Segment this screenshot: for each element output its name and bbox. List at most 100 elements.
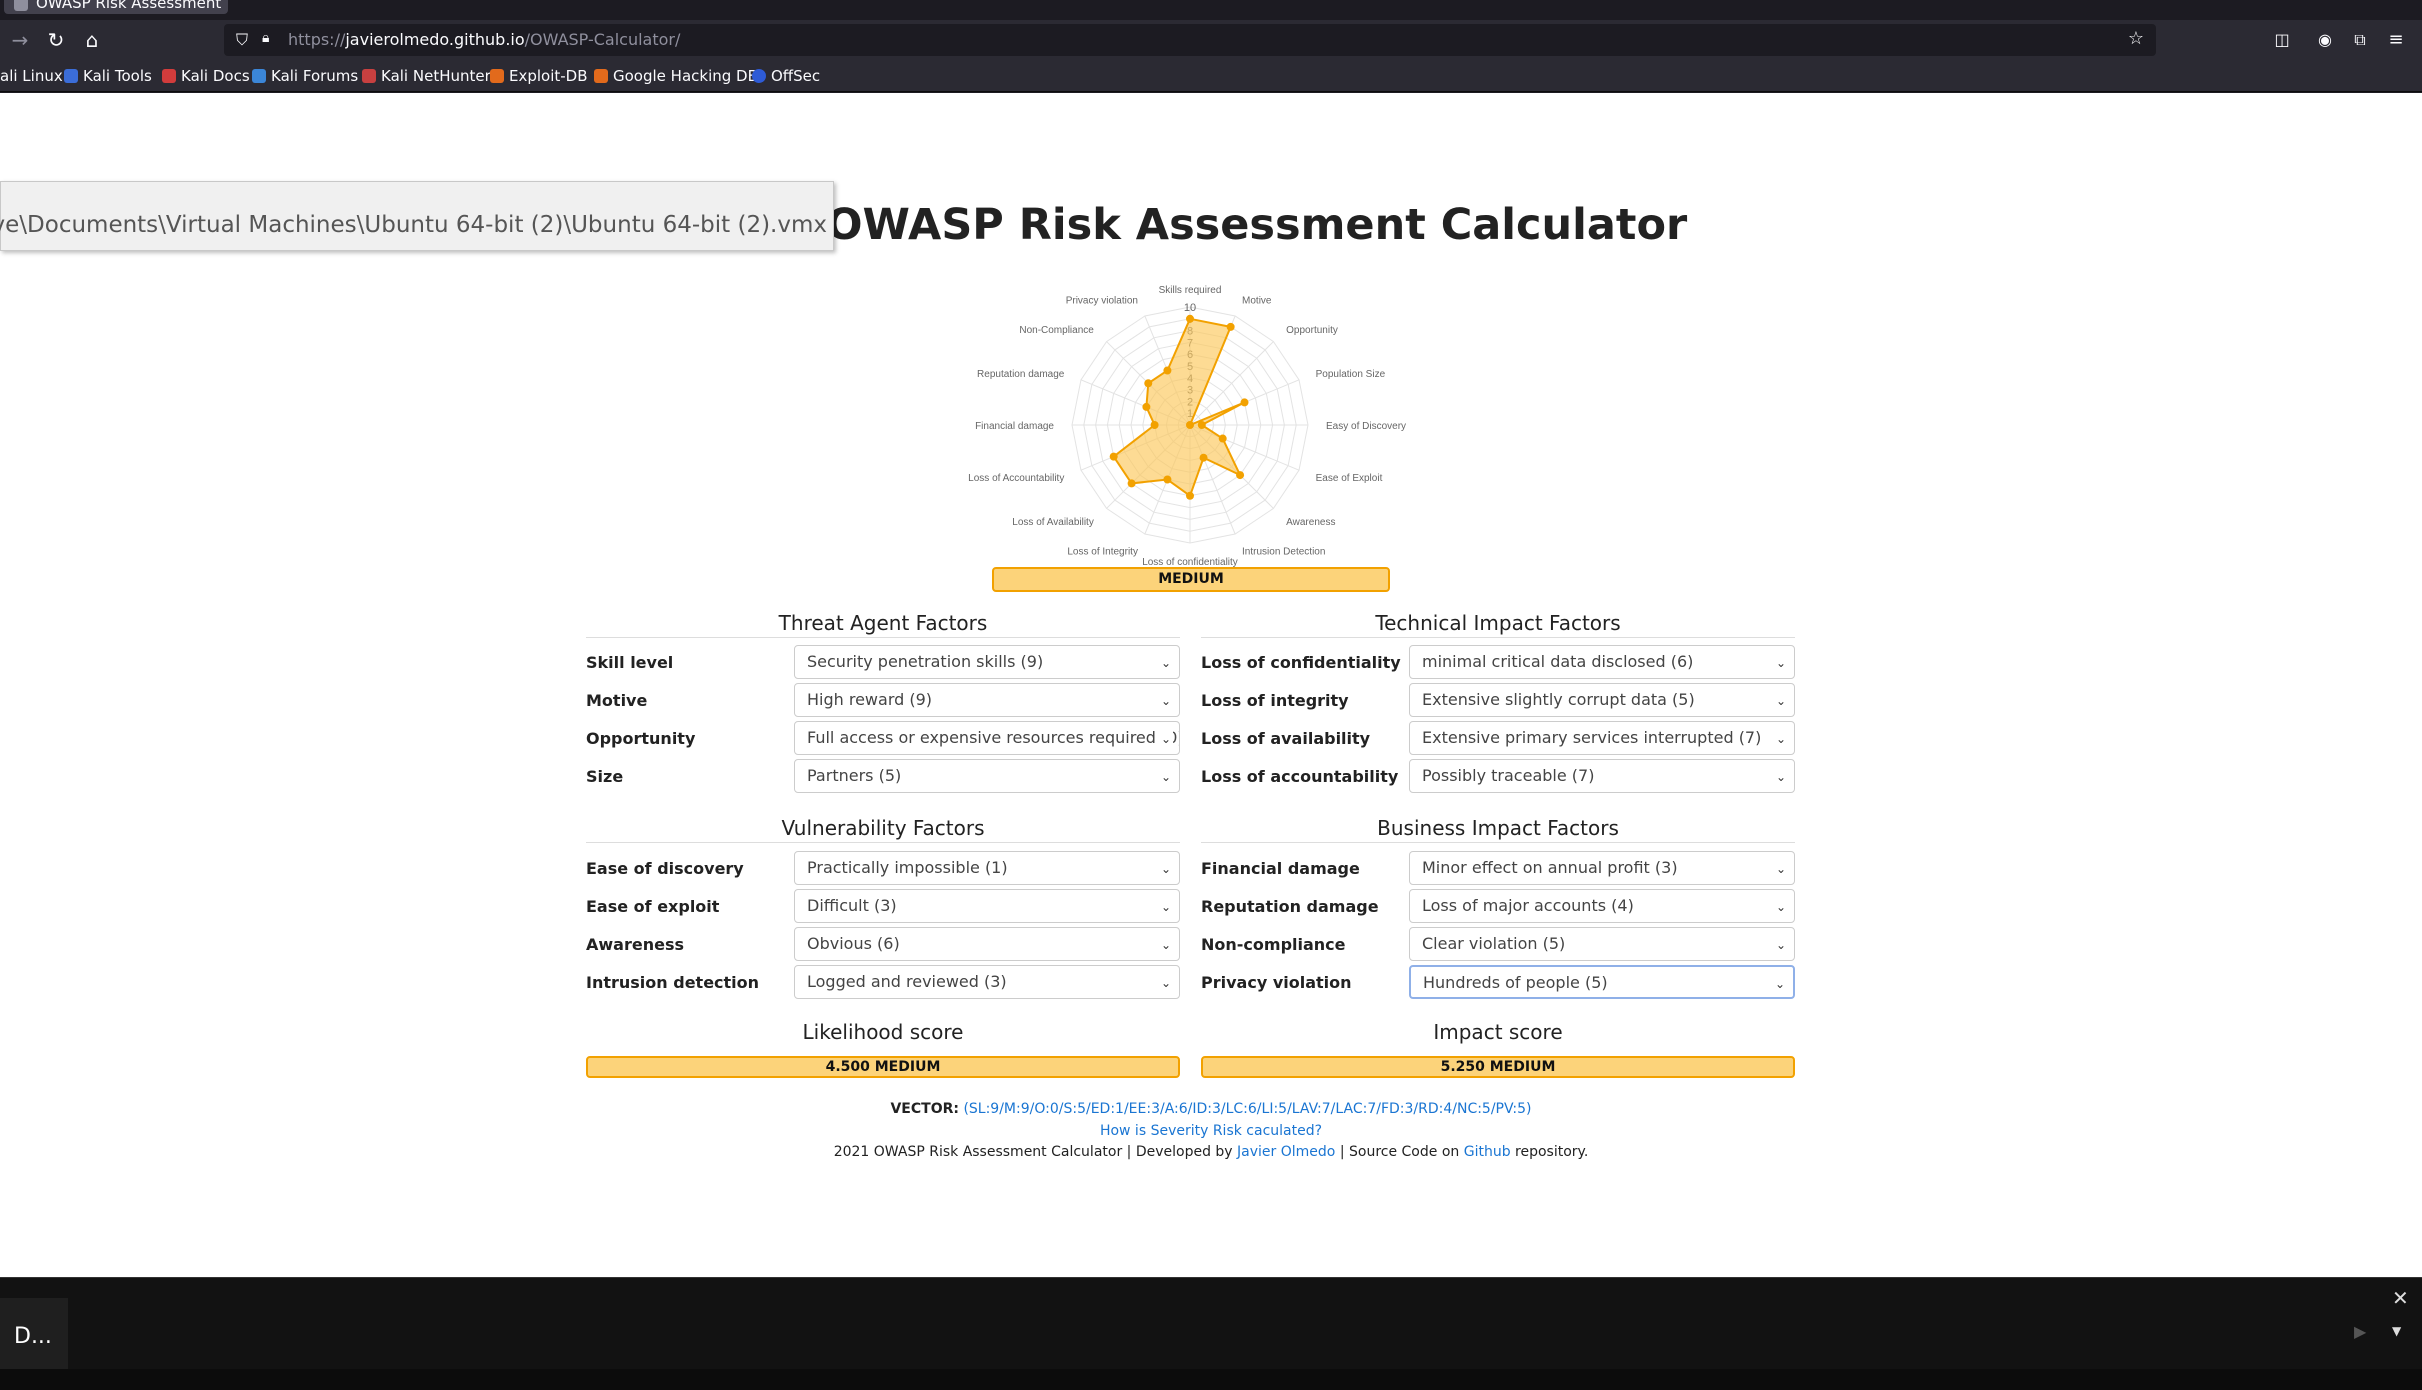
file-path-tooltip: eDrive\Documents\Virtual Machines\Ubuntu… (0, 181, 834, 251)
opportunity-label: Opportunity (586, 729, 696, 748)
loss-accountability-select[interactable]: Possibly traceable (7) ⌄ (1409, 759, 1795, 793)
loss-accountability-label: Loss of accountability (1201, 767, 1399, 786)
radar-axis-label: Easy of Discovery (1326, 421, 1406, 432)
technical-impact-divider (1201, 637, 1795, 638)
size-select[interactable]: Partners (5) ⌄ (794, 759, 1180, 793)
bookmark-kali-nethunter[interactable]: Kali NetHunter (362, 67, 491, 85)
forward-icon[interactable]: → (8, 28, 32, 52)
radar-axis-label: Financial damage (975, 421, 1054, 432)
radar-axis-label: Loss of Availability (1012, 517, 1094, 528)
kali-tools-icon (64, 69, 78, 83)
loss-confidentiality-select[interactable]: minimal critical data disclosed (6) ⌄ (1409, 645, 1795, 679)
navigation-bar: → ↻ ⌂ ⛉ 🔒︎ https://javierolmedo.github.i… (0, 20, 2422, 60)
chevron-down-icon: ⌄ (1159, 898, 1173, 916)
ease-discovery-select[interactable]: Practically impossible (1) ⌄ (794, 851, 1180, 885)
radar-data-point (1109, 452, 1118, 461)
bottom-panel: D... ✕ ▶ ▼ (0, 1277, 2422, 1370)
loss-availability-select[interactable]: Extensive primary services interrupted (… (1409, 721, 1795, 755)
close-icon[interactable]: ✕ (2392, 1286, 2409, 1310)
home-icon[interactable]: ⌂ (80, 28, 104, 52)
tab-owasp[interactable]: OWASP Risk Assessment (4, 0, 228, 14)
screen: OWASP Risk Assessment → ↻ ⌂ ⛉ 🔒︎ https:/… (0, 0, 2422, 1390)
radar-axis-label: Motive (1242, 295, 1272, 306)
chevron-down-icon: ⌄ (1774, 692, 1788, 710)
radar-data-point (1163, 366, 1172, 375)
business-impact-divider (1201, 842, 1795, 843)
radar-axis-label: Opportunity (1286, 325, 1338, 336)
opportunity-select[interactable]: Full access or expensive resources requi… (794, 721, 1180, 755)
likelihood-score-bar: 4.500 MEDIUM (586, 1056, 1180, 1078)
radar-data-point (1197, 421, 1206, 429)
non-compliance-select[interactable]: Clear violation (5) ⌄ (1409, 927, 1795, 961)
vector-label: VECTOR: (890, 1101, 959, 1117)
awareness-select[interactable]: Obvious (6) ⌄ (794, 927, 1180, 961)
github-link[interactable]: Github (1464, 1144, 1511, 1160)
motive-label: Motive (586, 691, 648, 710)
radar-data-point (1236, 471, 1245, 480)
loss-integrity-label: Loss of integrity (1201, 691, 1349, 710)
download-item[interactable]: D... (0, 1298, 68, 1370)
reload-icon[interactable]: ↻ (44, 28, 68, 52)
radar-data-point (1240, 398, 1249, 407)
pocket-icon[interactable]: ◫ (2270, 28, 2294, 52)
extensions-icon[interactable]: ⧉ (2348, 28, 2372, 52)
radar-data-point (1199, 453, 1208, 462)
how-calculated-line: How is Severity Risk caculated? (0, 1123, 2422, 1139)
bookmark-kali-forums[interactable]: Kali Forums (252, 67, 358, 85)
bookmark-star-icon[interactable]: ☆ (2128, 28, 2144, 49)
overall-risk-badge: MEDIUM (992, 567, 1390, 592)
skill-level-select[interactable]: Security penetration skills (9) ⌄ (794, 645, 1180, 679)
vector-link[interactable]: (SL:9/M:9/O:0/S:5/ED:1/EE:3/A:6/ID:3/LC:… (963, 1101, 1531, 1117)
radar-tick-label: 10 (1184, 302, 1196, 314)
bookmark-kali-tools[interactable]: Kali Tools (64, 67, 152, 85)
chevron-down-icon: ⌄ (1774, 936, 1788, 954)
url-bar[interactable]: ⛉ 🔒︎ https://javierolmedo.github.io/OWAS… (224, 24, 2156, 56)
size-label: Size (586, 767, 624, 786)
privacy-violation-select[interactable]: Hundreds of people (5) ⌄ (1409, 965, 1795, 999)
url-text: https://javierolmedo.github.io/OWASP-Cal… (288, 30, 680, 49)
intrusion-detection-select[interactable]: Logged and reviewed (3) ⌄ (794, 965, 1180, 999)
chevron-down-icon: ⌄ (1159, 730, 1173, 748)
page-title: OWASP Risk Assessment Calculator (826, 200, 1688, 250)
url-path: /OWASP-Calculator/ (524, 30, 681, 49)
radar-data-point (1226, 322, 1235, 331)
taskbar (0, 1369, 2422, 1390)
radar-data-point (1186, 314, 1194, 323)
likelihood-score-title: Likelihood score (802, 1020, 964, 1044)
threat-agent-title: Threat Agent Factors (778, 611, 988, 635)
loss-confidentiality-label: Loss of confidentiality (1201, 653, 1401, 672)
url-host: javierolmedo.github.io (345, 30, 525, 49)
bookmark-google-hacking-db[interactable]: Google Hacking DB (594, 67, 758, 85)
radar-data-point (1218, 434, 1227, 443)
radar-series (1109, 314, 1249, 500)
account-icon[interactable]: ◉ (2313, 28, 2337, 52)
ease-exploit-select[interactable]: Difficult (3) ⌄ (794, 889, 1180, 923)
dropdown-icon[interactable]: ▼ (2392, 1324, 2401, 1338)
skill-level-label: Skill level (586, 653, 674, 672)
motive-select[interactable]: High reward (9) ⌄ (794, 683, 1180, 717)
exploit-db-icon (490, 69, 504, 83)
radar-axis-label: Skills required (1159, 285, 1222, 296)
ease-exploit-label: Ease of exploit (586, 897, 720, 916)
chevron-down-icon: ⌄ (1774, 730, 1788, 748)
kali-forums-icon (252, 69, 266, 83)
author-link[interactable]: Javier Olmedo (1237, 1144, 1335, 1160)
bookmark-offsec[interactable]: OffSec (752, 67, 820, 85)
financial-damage-select[interactable]: Minor effect on annual profit (3) ⌄ (1409, 851, 1795, 885)
chevron-down-icon: ⌄ (1159, 860, 1173, 878)
shield-icon[interactable]: ⛉ (236, 30, 248, 50)
chevron-down-icon: ⌄ (1773, 975, 1787, 993)
chevron-down-icon: ⌄ (1159, 768, 1173, 786)
tab-strip: OWASP Risk Assessment (0, 0, 2422, 20)
play-icon[interactable]: ▶ (2354, 1322, 2366, 1341)
how-calculated-link[interactable]: How is Severity Risk caculated? (1100, 1123, 1322, 1139)
chevron-down-icon: ⌄ (1774, 768, 1788, 786)
loss-integrity-select[interactable]: Extensive slightly corrupt data (5) ⌄ (1409, 683, 1795, 717)
lock-icon[interactable]: 🔒︎ (262, 30, 269, 46)
reputation-damage-select[interactable]: Loss of major accounts (4) ⌄ (1409, 889, 1795, 923)
bookmark-kali-docs[interactable]: Kali Docs (162, 67, 250, 85)
radar-axis-label: Reputation damage (977, 369, 1065, 380)
bookmark-kali-linux[interactable]: ali Linux (0, 67, 63, 85)
menu-icon[interactable]: ≡ (2384, 28, 2408, 52)
bookmark-exploit-db[interactable]: Exploit-DB (490, 67, 588, 85)
